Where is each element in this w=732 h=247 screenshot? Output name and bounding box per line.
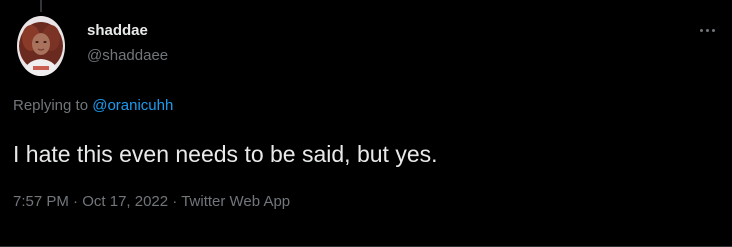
tweet-time[interactable]: 7:57 PM — [13, 193, 69, 210]
meta-separator: · — [68, 193, 83, 210]
author-handle[interactable]: @shaddaee — [87, 47, 168, 65]
meta-separator-2: · — [168, 193, 182, 210]
reply-prefix: Replying to — [13, 97, 93, 114]
reply-target-link[interactable]: @oranicuhh — [92, 97, 173, 114]
avatar[interactable] — [17, 16, 65, 76]
author-display-name[interactable]: shaddae — [87, 22, 148, 40]
thread-connector-line — [40, 0, 42, 12]
more-horizontal-icon — [699, 28, 703, 32]
more-options-button[interactable] — [692, 18, 722, 42]
tweet-date[interactable]: Oct 17, 2022 — [82, 193, 168, 210]
profile-photo-icon — [17, 16, 65, 76]
tweet-source[interactable]: Twitter Web App — [181, 193, 290, 210]
tweet-metadata: 7:57 PM · Oct 17, 2022 · Twitter Web App — [13, 193, 290, 211]
tweet-text: I hate this even needs to be said, but y… — [13, 141, 438, 167]
reply-context: Replying to @oranicuhh — [13, 97, 173, 115]
